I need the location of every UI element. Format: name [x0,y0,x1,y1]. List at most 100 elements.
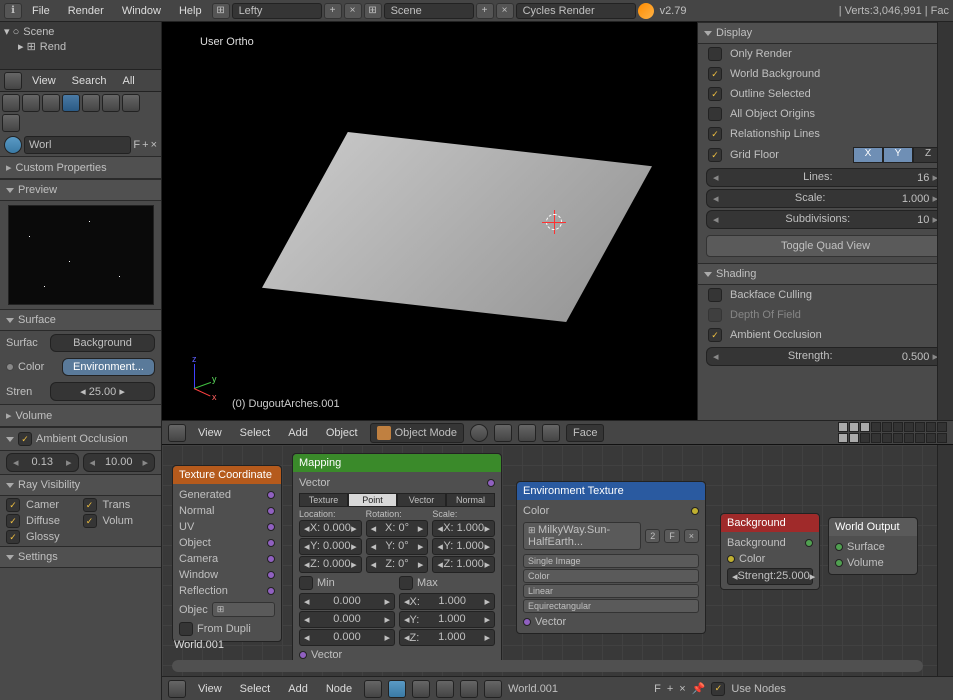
ray-volume-checkbox[interactable] [83,514,97,528]
tab-layers-icon[interactable] [22,94,40,112]
node-mapping[interactable]: Mapping Vector Texture Point Vector Norm… [292,453,502,667]
shader-type-world-icon[interactable] [388,680,406,698]
viewport-scrollbar[interactable] [937,22,953,420]
tree-type-compositor-icon[interactable] [460,680,478,698]
mapping-tab-normal[interactable]: Normal [446,493,495,507]
toggle-quad-view-button[interactable]: Toggle Quad View [706,235,945,257]
ao-factor-input[interactable]: ◂0.13▸ [6,453,79,472]
node-select-menu[interactable]: Select [234,681,277,697]
from-dupli-checkbox[interactable] [179,622,193,636]
world-add-button[interactable]: + [142,139,148,151]
object-origins-checkbox[interactable] [708,107,722,121]
tab-world-icon[interactable] [62,94,80,112]
manipulator-translate-icon[interactable] [542,424,560,442]
envtex-projection-dropdown[interactable]: Equirectangular [523,599,699,613]
image-users-count[interactable]: 2 [645,529,660,543]
use-nodes-checkbox[interactable] [711,682,725,696]
ray-trans-checkbox[interactable] [83,498,97,512]
editor-type-node-icon[interactable] [168,680,186,698]
ray-glossy-checkbox[interactable] [6,530,20,544]
relationship-lines-checkbox[interactable] [708,127,722,141]
screen-layout-dropdown[interactable]: Lefty [232,3,322,19]
ao-enable-checkbox[interactable] [18,432,32,446]
grid-scale-input[interactable]: ◂Scale:1.000 ▸ [706,189,945,208]
image-datablock-dropdown[interactable]: ⊞ MilkyWay.Sun-HalfEarth... [523,522,641,550]
layer-buttons[interactable] [838,422,947,443]
render-engine-dropdown[interactable]: Cycles Render [516,3,636,19]
node-node-menu[interactable]: Node [320,681,358,697]
tab-object-icon[interactable] [82,94,100,112]
shading-panel-header[interactable]: Shading [698,263,953,285]
object-picker[interactable]: ⊞ [212,602,275,617]
tree-type-shader-icon[interactable] [436,680,454,698]
grid-floor-checkbox[interactable] [708,148,722,162]
custom-properties-header[interactable]: ▸Custom Properties [0,156,161,179]
shader-type-object-icon[interactable] [364,680,382,698]
ray-visibility-header[interactable]: Ray Visibility [0,474,161,496]
node-world-output[interactable]: World Output Surface Volume [828,517,918,575]
3dview-object-menu[interactable]: Object [320,425,364,441]
scl-x-input[interactable]: ◂X: 1.000▸ [432,520,495,537]
loc-x-input[interactable]: ◂X: 0.000▸ [299,520,362,537]
color-socket-icon[interactable] [6,363,14,371]
world-unlink-button-2[interactable]: × [679,683,685,695]
loc-z-input[interactable]: ◂Z: 0.000▸ [299,556,362,573]
world-bg-checkbox[interactable] [708,67,722,81]
mapping-max-checkbox[interactable] [399,576,413,590]
mapping-tab-vector[interactable]: Vector [397,493,446,507]
tab-scene-icon[interactable] [42,94,60,112]
envtex-colorspace-dropdown[interactable]: Color [523,569,699,583]
node-view-menu[interactable]: View [192,681,228,697]
pivot-icon[interactable] [494,424,512,442]
strength-value[interactable]: ◂ 25.00 ▸ [50,382,155,401]
layout-remove-button[interactable]: × [344,3,362,19]
surface-type-dropdown[interactable]: Background [50,334,155,352]
scl-y-input[interactable]: ◂Y: 1.000▸ [432,538,495,555]
world-fake-user[interactable]: F [133,139,140,151]
tree-type-texture-icon[interactable] [484,680,502,698]
grid-x-toggle[interactable]: X [853,147,883,163]
tab-constraint-icon[interactable] [102,94,120,112]
outliner-filter[interactable]: All [117,73,141,89]
backface-culling-checkbox[interactable] [708,288,722,302]
outliner-editor-icon[interactable] [4,72,22,90]
ray-camera-checkbox[interactable] [6,498,20,512]
settings-header[interactable]: Settings [0,546,161,568]
layout-add-button[interactable]: + [324,3,342,19]
node-editor[interactable]: Texture Coordinate Generated Normal UV O… [162,444,953,700]
mapping-min-checkbox[interactable] [299,576,313,590]
world-add-button-2[interactable]: + [667,683,673,695]
node-texture-coordinate[interactable]: Texture Coordinate Generated Normal UV O… [172,465,282,642]
background-strength-input[interactable]: ◂Strengt:25.000▸ [727,568,813,585]
node-environment-texture[interactable]: Environment Texture Color ⊞ MilkyWay.Sun… [516,481,706,634]
rot-z-input[interactable]: ◂Z: 0°▸ [366,556,429,573]
only-render-checkbox[interactable] [708,47,722,61]
grid-subdivisions-input[interactable]: ◂Subdivisions:10 ▸ [706,210,945,229]
node-background[interactable]: Background Background Color ◂Strengt:25.… [720,513,820,590]
world-datablock-dropdown[interactable]: Worl [24,136,131,154]
node-add-menu[interactable]: Add [282,681,314,697]
scene-dropdown[interactable]: Scene [384,3,474,19]
3dview-select-menu[interactable]: Select [234,425,277,441]
color-type-dropdown[interactable]: Environment... [62,358,155,376]
viewport-ao-checkbox[interactable] [708,328,722,342]
envtex-source-dropdown[interactable]: Single Image [523,554,699,568]
editor-type-icon[interactable]: ℹ [4,3,22,19]
envtex-interpolation-dropdown[interactable]: Linear [523,584,699,598]
tab-data-icon[interactable] [2,114,20,132]
mapping-tab-texture[interactable]: Texture [299,493,348,507]
node-editor-vscrollbar[interactable] [937,445,953,700]
editor-type-3dview-icon[interactable] [168,424,186,442]
rot-y-input[interactable]: ◂Y: 0°▸ [366,538,429,555]
world-globe-icon[interactable] [4,136,22,154]
node-header[interactable]: Mapping [293,454,501,472]
ambient-occlusion-header[interactable]: Ambient Occlusion [0,427,161,451]
preview-header[interactable]: Preview [0,179,161,201]
world-unlink-button[interactable]: × [151,139,157,151]
scene-browse-icon[interactable]: ⊞ [364,3,382,19]
node-header[interactable]: Background [721,514,819,532]
rot-x-input[interactable]: ◂X: 0°▸ [366,520,429,537]
grid-y-toggle[interactable]: Y [883,147,913,163]
display-panel-header[interactable]: Display [698,22,953,44]
image-fake-user[interactable]: F [664,529,680,543]
